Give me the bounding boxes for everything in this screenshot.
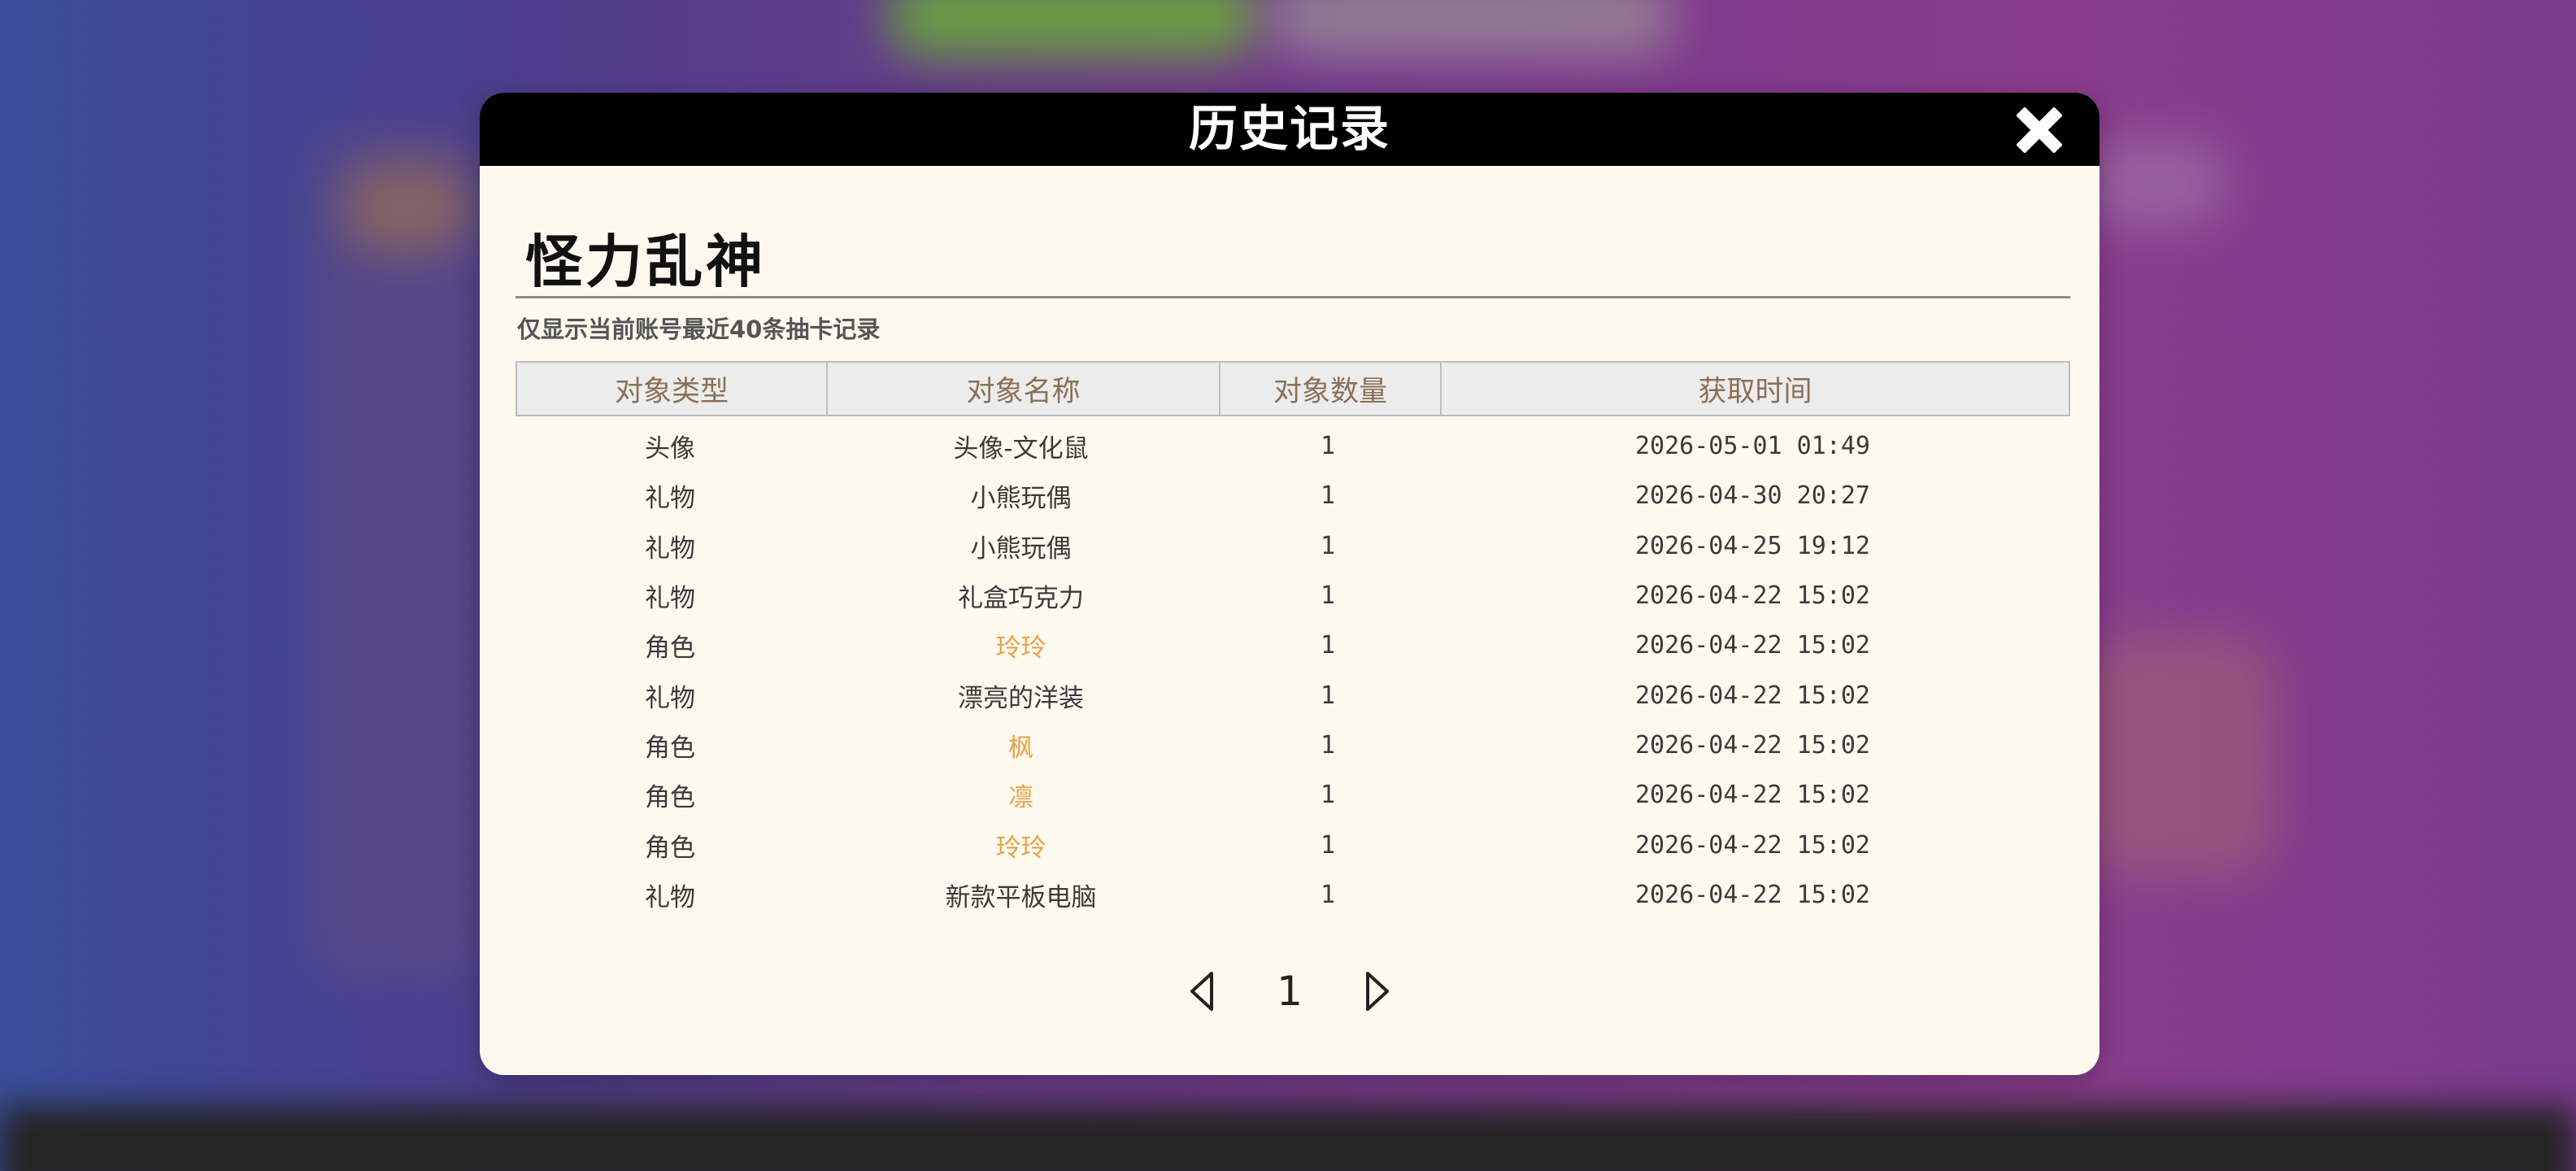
- cell-name: 礼盒巧克力: [958, 584, 1084, 614]
- background-bottom-bar: [0, 1106, 2576, 1171]
- triangle-left-icon: [1190, 972, 1214, 1011]
- cell-time: 2026-04-22 15:02: [1635, 681, 1870, 710]
- header-object-count: 对象数量: [1219, 363, 1440, 415]
- history-table: 对象类型 对象名称 对象数量 获取时间 头像 头像-文化鼠 1 2026-05-…: [516, 361, 2070, 920]
- background-blur-left-panel: [309, 130, 496, 984]
- cell-name: 凛: [1008, 783, 1033, 813]
- cell-name: 新款平板电脑: [945, 882, 1097, 912]
- table-row: 头像 头像-文化鼠 1 2026-05-01 01:49: [516, 421, 2070, 471]
- section-title: 怪力乱神: [525, 229, 766, 295]
- cell-type: 礼物: [645, 533, 695, 564]
- pagination: 1: [480, 963, 2100, 1020]
- cell-type: 角色: [645, 633, 695, 664]
- dialog-header: 历史记录: [480, 93, 2100, 166]
- close-icon: [2017, 107, 2062, 153]
- records-notice: 仅显示当前账号最近40条抽卡记录: [517, 316, 881, 343]
- cell-type: 头像: [645, 434, 695, 464]
- background-blur-right: [2082, 138, 2228, 228]
- table-body: 头像 头像-文化鼠 1 2026-05-01 01:49 礼物 小熊玩偶 1 2…: [516, 421, 2070, 920]
- cell-count: 1: [1320, 830, 1336, 860]
- cell-name: 枫: [1008, 733, 1033, 763]
- current-page-number: 1: [1277, 968, 1303, 1015]
- background-blur-green: [886, 0, 1260, 57]
- table-row: 角色 玲玲 1 2026-04-22 15:02: [516, 820, 2070, 869]
- cell-time: 2026-04-22 15:02: [1635, 730, 1870, 760]
- cell-time: 2026-04-25 19:12: [1635, 531, 1870, 560]
- cell-type: 礼物: [645, 484, 695, 514]
- cell-name: 玲玲: [995, 833, 1046, 863]
- background-blur-grey: [1268, 0, 1675, 57]
- table-row: 礼物 漂亮的洋装 1 2026-04-22 15:02: [516, 670, 2070, 720]
- cell-type: 角色: [645, 783, 695, 813]
- header-object-type: 对象类型: [614, 375, 729, 408]
- table-row: 礼物 新款平板电脑 1 2026-04-22 15:02: [516, 870, 2070, 920]
- dialog-title: 历史记录: [1189, 101, 1390, 158]
- cell-type: 礼物: [645, 683, 695, 713]
- cell-count: 1: [1320, 432, 1336, 461]
- next-page-button[interactable]: [1361, 969, 1394, 1014]
- cell-type: 礼物: [645, 584, 695, 614]
- cell-name: 漂亮的洋装: [958, 683, 1084, 713]
- cell-count: 1: [1320, 781, 1336, 810]
- divider: [516, 296, 2070, 298]
- cell-time: 2026-04-22 15:02: [1635, 581, 1870, 611]
- history-dialog: 历史记录 怪力乱神 仅显示当前账号最近40条抽卡记录 对象类型 对象名称 对象数…: [480, 93, 2100, 1075]
- cell-name: 小熊玩偶: [970, 484, 1072, 514]
- cell-count: 1: [1320, 880, 1336, 909]
- cell-type: 角色: [645, 833, 695, 863]
- cell-time: 2026-04-22 15:02: [1635, 880, 1870, 909]
- cell-type: 礼物: [645, 882, 695, 912]
- prev-page-button[interactable]: [1186, 969, 1218, 1014]
- background-blur-orange: [342, 163, 472, 252]
- close-button[interactable]: [2010, 101, 2069, 159]
- cell-count: 1: [1320, 631, 1336, 660]
- cell-time: 2026-04-22 15:02: [1635, 631, 1870, 660]
- cell-count: 1: [1320, 730, 1336, 760]
- table-row: 角色 凛 1 2026-04-22 15:02: [516, 770, 2070, 820]
- cell-type: 角色: [645, 733, 695, 763]
- cell-count: 1: [1320, 681, 1336, 710]
- cell-name: 小熊玩偶: [970, 533, 1072, 564]
- cell-time: 2026-04-30 20:27: [1635, 481, 1870, 511]
- table-row: 礼物 小熊玩偶 1 2026-04-30 20:27: [516, 471, 2070, 520]
- cell-time: 2026-05-01 01:49: [1635, 432, 1870, 461]
- cell-count: 1: [1320, 481, 1336, 511]
- cell-name: 玲玲: [995, 633, 1046, 664]
- background-blur-right-lower: [2082, 634, 2277, 878]
- table-row: 礼物 礼盒巧克力 1 2026-04-22 15:02: [516, 571, 2070, 620]
- cell-count: 1: [1320, 531, 1336, 560]
- triangle-right-icon: [1365, 972, 1389, 1011]
- table-row: 角色 枫 1 2026-04-22 15:02: [516, 720, 2070, 770]
- cell-time: 2026-04-22 15:02: [1635, 781, 1870, 810]
- table-row: 角色 玲玲 1 2026-04-22 15:02: [516, 620, 2070, 670]
- cell-name: 头像-文化鼠: [953, 434, 1089, 464]
- cell-time: 2026-04-22 15:02: [1635, 830, 1870, 860]
- table-row: 礼物 小熊玩偶 1 2026-04-25 19:12: [516, 521, 2070, 571]
- table-header: 对象类型 对象名称 对象数量 获取时间: [516, 361, 2070, 416]
- header-object-name: 对象名称: [826, 363, 1219, 415]
- cell-count: 1: [1320, 581, 1336, 611]
- header-acquire-time: 获取时间: [1440, 363, 2069, 415]
